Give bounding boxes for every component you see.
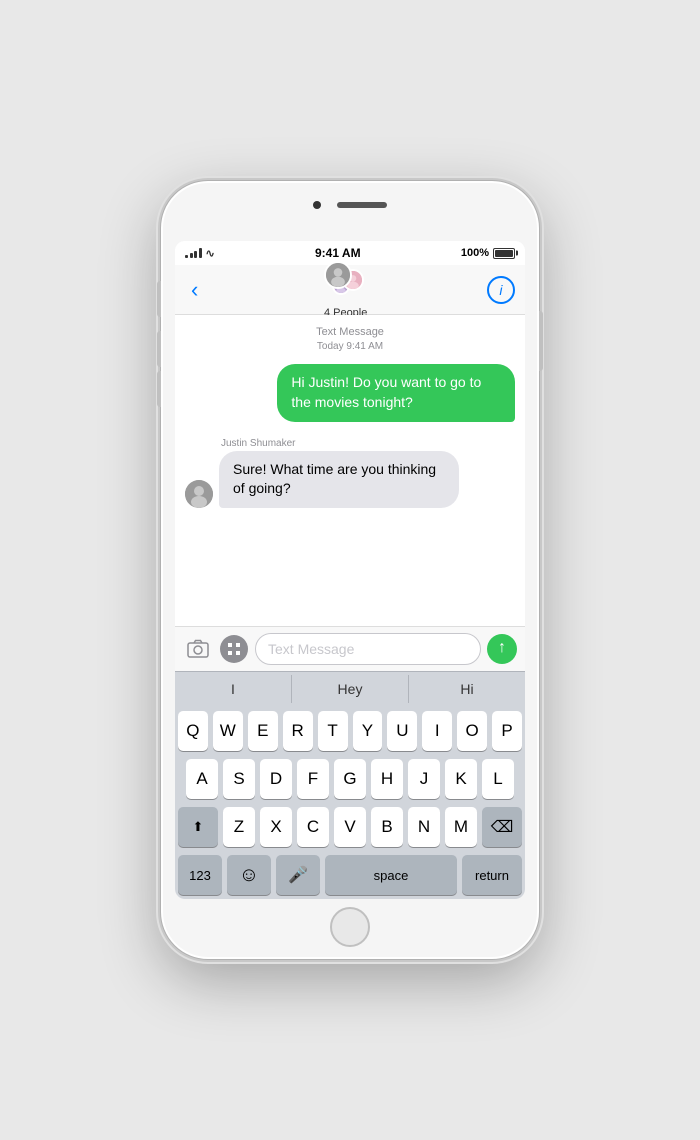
key-z[interactable]: Z (223, 807, 255, 847)
key-l[interactable]: L (482, 759, 514, 799)
keyboard-row-4: 123 ☺ 🎤 space return (178, 855, 522, 895)
message-received-1: Justin Shumaker Sure! What time are you … (185, 438, 515, 508)
sent-bubble-1: Hi Justin! Do you want to go to the movi… (277, 364, 515, 421)
key-g[interactable]: G (334, 759, 366, 799)
keyboard-row-1: Q W E R T Y U I O P (178, 711, 522, 751)
key-u[interactable]: U (387, 711, 417, 751)
key-numbers[interactable]: 123 (178, 855, 222, 895)
sender-avatar (185, 480, 213, 508)
key-k[interactable]: K (445, 759, 477, 799)
key-s[interactable]: S (223, 759, 255, 799)
speaker (337, 202, 387, 208)
navigation-bar: ‹ (175, 265, 525, 315)
key-j[interactable]: J (408, 759, 440, 799)
message-timestamp: Today 9:41 AM (185, 340, 515, 354)
phone-frame: ∿ 9:41 AM 100% ‹ (160, 180, 540, 960)
keyboard-row-2: A S D F G H J K L (178, 759, 522, 799)
key-r[interactable]: R (283, 711, 313, 751)
home-button[interactable] (330, 907, 370, 947)
battery-percent: 100% (461, 247, 489, 259)
apps-icon (220, 635, 248, 663)
key-f[interactable]: F (297, 759, 329, 799)
key-shift[interactable]: ⬆ (178, 807, 218, 847)
key-t[interactable]: T (318, 711, 348, 751)
battery-fill (495, 250, 513, 257)
key-emoji[interactable]: ☺ (227, 855, 271, 895)
key-w[interactable]: W (213, 711, 243, 751)
send-button[interactable]: ↑ (487, 634, 517, 664)
messages-area: Text Message Today 9:41 AM Hi Justin! Do… (175, 315, 525, 626)
key-x[interactable]: X (260, 807, 292, 847)
sender-name: Justin Shumaker (221, 438, 459, 449)
key-i[interactable]: I (422, 711, 452, 751)
front-camera (313, 201, 321, 209)
wifi-icon: ∿ (206, 247, 215, 260)
avatar-main (324, 261, 352, 289)
input-area: Text Message ↑ (175, 626, 525, 671)
phone-screen: ∿ 9:41 AM 100% ‹ (175, 241, 525, 899)
key-delete[interactable]: ⌫ (482, 807, 522, 847)
key-c[interactable]: C (297, 807, 329, 847)
battery-icon (493, 248, 515, 259)
key-a[interactable]: A (186, 759, 218, 799)
keyboard: Q W E R T Y U I O P A S D F G H J K (175, 705, 525, 899)
info-button[interactable]: i (487, 276, 515, 304)
text-input-placeholder: Text Message (268, 641, 354, 657)
key-q[interactable]: Q (178, 711, 208, 751)
keyboard-row-3: ⬆ Z X C V B N M ⌫ (178, 807, 522, 847)
message-type-label: Text Message (185, 325, 515, 340)
received-wrapper: Justin Shumaker Sure! What time are you … (219, 438, 459, 508)
key-y[interactable]: Y (353, 711, 383, 751)
key-h[interactable]: H (371, 759, 403, 799)
key-mic[interactable]: 🎤 (276, 855, 320, 895)
predictive-item-0[interactable]: I (175, 675, 292, 703)
group-avatar (324, 261, 368, 305)
key-e[interactable]: E (248, 711, 278, 751)
key-d[interactable]: D (260, 759, 292, 799)
back-button[interactable]: ‹ (185, 273, 204, 307)
received-bubble-1: Sure! What time are you thinking of goin… (219, 451, 459, 508)
key-b[interactable]: B (371, 807, 403, 847)
key-p[interactable]: P (492, 711, 522, 751)
key-m[interactable]: M (445, 807, 477, 847)
status-left: ∿ (185, 247, 215, 260)
key-n[interactable]: N (408, 807, 440, 847)
predictive-item-1[interactable]: Hey (292, 675, 409, 703)
nav-center[interactable]: 4 People (324, 261, 368, 319)
key-o[interactable]: O (457, 711, 487, 751)
predictive-item-2[interactable]: Hi (409, 675, 525, 703)
camera-button[interactable] (183, 634, 213, 664)
notch-area (280, 195, 420, 215)
send-arrow-icon: ↑ (498, 639, 506, 657)
signal-icon (185, 248, 202, 258)
text-input-wrap[interactable]: Text Message (255, 633, 481, 665)
key-return[interactable]: return (462, 855, 522, 895)
key-v[interactable]: V (334, 807, 366, 847)
message-sent-1: Hi Justin! Do you want to go to the movi… (185, 364, 515, 421)
status-right: 100% (461, 247, 515, 259)
status-time: 9:41 AM (315, 246, 361, 260)
predictive-bar: I Hey Hi (175, 671, 525, 705)
message-meta: Text Message Today 9:41 AM (185, 325, 515, 354)
key-space[interactable]: space (325, 855, 457, 895)
apps-button[interactable] (219, 634, 249, 664)
